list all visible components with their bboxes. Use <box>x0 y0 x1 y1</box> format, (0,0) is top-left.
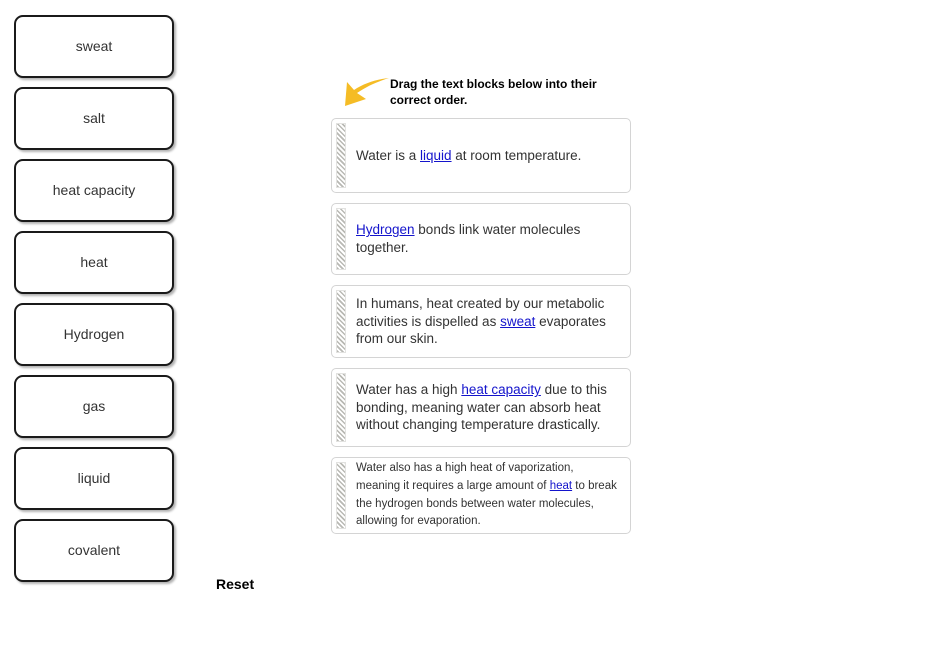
word-tile-heat-capacity[interactable]: heat capacity <box>14 159 174 222</box>
keyword-link[interactable]: heat capacity <box>461 382 541 397</box>
word-tile-label: Hydrogen <box>63 326 125 343</box>
statement-block[interactable]: Water has a high heat capacity due to th… <box>331 368 631 447</box>
word-tile-salt[interactable]: salt <box>14 87 174 150</box>
keyword-link[interactable]: liquid <box>420 148 452 163</box>
drag-handle-icon[interactable] <box>336 208 346 270</box>
word-tile-label: heat capacity <box>52 182 136 199</box>
word-tile-label: liquid <box>77 470 111 487</box>
statement-block[interactable]: In humans, heat created by our metabolic… <box>331 285 631 358</box>
reset-button[interactable]: Reset <box>216 576 254 592</box>
instruction-row: Drag the text blocks below into their co… <box>331 76 631 116</box>
word-tile-label: salt <box>83 110 105 127</box>
statement-block[interactable]: Water also has a high heat of vaporizati… <box>331 457 631 534</box>
drag-handle-icon[interactable] <box>336 462 346 529</box>
word-tile-label: gas <box>82 398 106 415</box>
word-tile-heat[interactable]: heat <box>14 231 174 294</box>
ordering-panel: Drag the text blocks below into their co… <box>331 76 631 534</box>
drag-handle-icon[interactable] <box>336 290 346 353</box>
statement-list: Water is a liquid at room temperature. H… <box>331 118 631 544</box>
word-tile-label: covalent <box>67 542 121 559</box>
word-tile-label: heat <box>80 254 108 271</box>
word-tile-gas[interactable]: gas <box>14 375 174 438</box>
statement-text: Water has a high heat capacity due to th… <box>356 382 607 433</box>
word-bank: sweat salt heat capacity heat Hydrogen g… <box>14 15 174 591</box>
word-tile-hydrogen[interactable]: Hydrogen <box>14 303 174 366</box>
statement-block[interactable]: Hydrogen bonds link water molecules toge… <box>331 203 631 275</box>
word-tile-sweat[interactable]: sweat <box>14 15 174 78</box>
statement-block[interactable]: Water is a liquid at room temperature. <box>331 118 631 193</box>
drag-handle-icon[interactable] <box>336 123 346 188</box>
instruction-text: Drag the text blocks below into their co… <box>390 77 597 107</box>
word-tile-liquid[interactable]: liquid <box>14 447 174 510</box>
keyword-link[interactable]: sweat <box>500 314 535 329</box>
drag-handle-icon[interactable] <box>336 373 346 442</box>
keyword-link[interactable]: Hydrogen <box>356 222 415 237</box>
keyword-link[interactable]: heat <box>550 480 572 492</box>
statement-text: In humans, heat created by our metabolic… <box>356 296 606 347</box>
word-tile-label: sweat <box>75 38 113 55</box>
statement-text: Water also has a high heat of vaporizati… <box>356 461 617 528</box>
statement-text: Water is a liquid at room temperature. <box>356 147 582 163</box>
curved-arrow-down-left-icon <box>345 78 389 106</box>
word-tile-covalent[interactable]: covalent <box>14 519 174 582</box>
statement-text: Hydrogen bonds link water molecules toge… <box>356 222 581 255</box>
